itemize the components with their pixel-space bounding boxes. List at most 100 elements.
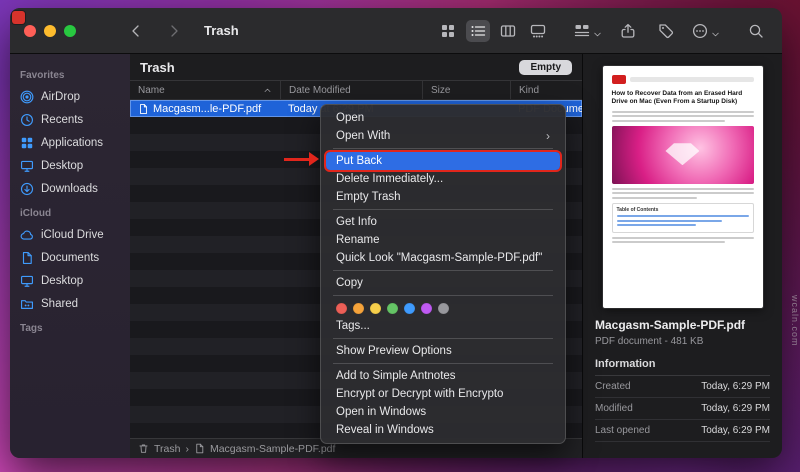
tag-color-dot[interactable] xyxy=(421,302,432,314)
tag-color-dot[interactable] xyxy=(353,302,364,314)
pdf-thumbnail[interactable]: How to Recover Data from an Erased Hard … xyxy=(602,66,763,308)
menu-separator xyxy=(333,148,553,149)
menu-item-copy[interactable]: Copy xyxy=(326,274,560,292)
titlebar: Trash xyxy=(10,8,782,54)
menu-item-open-in-windows[interactable]: Open in Windows xyxy=(326,403,560,421)
more-actions-button[interactable] xyxy=(692,23,720,39)
menu-item-put-back[interactable]: Put Back xyxy=(324,150,562,172)
breadcrumb-file[interactable]: Macgasm-Sample-PDF.pdf xyxy=(210,443,335,455)
menu-item-label: Open in Windows xyxy=(336,406,427,418)
sidebar-item-label: Desktop xyxy=(41,274,84,287)
tag-color-dot[interactable] xyxy=(404,302,415,314)
minimize-button[interactable] xyxy=(44,24,56,37)
tag-color-dot[interactable] xyxy=(370,302,381,314)
menu-item-add-to-simple-antnotes[interactable]: Add to Simple Antnotes xyxy=(326,367,560,385)
column-label: Name xyxy=(138,84,165,96)
red-corner-badge xyxy=(12,11,25,24)
thumb-headline: How to Recover Data from an Erased Hard … xyxy=(611,90,743,106)
sidebar-item-airdrop[interactable]: AirDrop xyxy=(10,85,130,108)
file-name-cell: Macgasm...le-PDF.pdf xyxy=(130,103,280,115)
sidebar-item-documents[interactable]: Documents xyxy=(10,246,130,269)
menu-item-reveal-in-windows[interactable]: Reveal in Windows xyxy=(326,421,560,439)
column-header-name[interactable]: Name xyxy=(130,81,280,99)
annotation-arrow xyxy=(284,158,310,161)
info-row-created: Created Today, 6:29 PM xyxy=(595,376,770,398)
menu-item-open[interactable]: Open xyxy=(326,109,560,127)
zoom-button[interactable] xyxy=(64,24,76,37)
sidebar-item-applications[interactable]: Applications xyxy=(10,131,130,154)
sidebar-item-label: Desktop xyxy=(41,159,84,172)
sidebar: Favorites AirDrop Recents Applications Deskt… xyxy=(10,54,130,458)
sidebar-item-downloads[interactable]: Downloads xyxy=(10,177,130,200)
menu-item-tags[interactable]: Tags... xyxy=(326,317,560,335)
sidebar-sections: Favorites AirDrop Recents Applications Deskt… xyxy=(10,62,130,338)
tag-color-dot[interactable] xyxy=(387,302,398,314)
icon-view-button[interactable] xyxy=(436,20,460,42)
desktop-icon xyxy=(20,274,34,288)
forward-icon[interactable] xyxy=(166,23,182,39)
preview-pane: How to Recover Data from an Erased Hard … xyxy=(582,54,782,458)
column-view-icon xyxy=(500,23,516,39)
grid-view-icon xyxy=(440,23,456,39)
menu-item-label: Put Back xyxy=(336,155,383,167)
downloads-icon xyxy=(20,182,34,196)
sidebar-item-label: Applications xyxy=(41,136,104,149)
menu-item-label: Copy xyxy=(336,277,363,289)
tags-button[interactable] xyxy=(654,20,678,42)
breadcrumb-trash[interactable]: Trash xyxy=(154,443,180,455)
column-header-kind[interactable]: Kind xyxy=(510,81,582,99)
sidebar-item-desktop[interactable]: Desktop xyxy=(10,269,130,292)
view-switcher xyxy=(436,19,550,42)
submenu-arrow-icon: › xyxy=(546,129,550,143)
context-menu: Open Open With › Put Back Delete Immediately… xyxy=(320,104,566,444)
tag-icon xyxy=(658,23,674,39)
column-header-size[interactable]: Size xyxy=(422,81,510,99)
menu-item-open-with[interactable]: Open With › xyxy=(326,127,560,145)
sidebar-item-label: iCloud Drive xyxy=(41,228,104,241)
folder-title: Trash xyxy=(140,59,175,75)
nav-buttons xyxy=(128,23,182,39)
menu-item-rename[interactable]: Rename xyxy=(326,231,560,249)
traffic-lights xyxy=(24,24,76,37)
menu-item-encrypt-or-decrypt-with-encrypto[interactable]: Encrypt or Decrypt with Encrypto xyxy=(326,385,560,403)
column-view-button[interactable] xyxy=(496,20,520,42)
menu-item-empty-trash[interactable]: Empty Trash xyxy=(326,188,560,206)
empty-trash-button[interactable]: Empty xyxy=(519,59,572,75)
list-view-button[interactable] xyxy=(466,19,490,42)
sidebar-item-desktop[interactable]: Desktop xyxy=(10,154,130,177)
chevron-down-icon xyxy=(593,26,602,37)
sidebar-item-recents[interactable]: Recents xyxy=(10,108,130,131)
cloud-icon xyxy=(20,228,34,242)
menu-separator xyxy=(333,338,553,339)
info-value: Today, 6:29 PM xyxy=(701,425,770,436)
close-button[interactable] xyxy=(24,24,36,37)
pdf-file-icon xyxy=(138,103,149,115)
info-row-last-opened: Last opened Today, 6:29 PM xyxy=(595,420,770,442)
annotation-arrow-head xyxy=(309,152,319,166)
column-header-date-modified[interactable]: Date Modified xyxy=(280,81,422,99)
menu-item-quick-look-macgasm-sample-pdf-pdf[interactable]: Quick Look "Macgasm-Sample-PDF.pdf" xyxy=(326,249,560,267)
menu-item-label: Empty Trash xyxy=(336,191,401,203)
group-button[interactable] xyxy=(574,23,602,39)
preview-file-name: Macgasm-Sample-PDF.pdf xyxy=(595,318,746,332)
sidebar-item-icloud-drive[interactable]: iCloud Drive xyxy=(10,223,130,246)
document-icon xyxy=(194,443,205,454)
thumb-navbar xyxy=(629,77,754,82)
tag-color-dot[interactable] xyxy=(438,302,449,314)
menu-item-show-preview-options[interactable]: Show Preview Options xyxy=(326,342,560,360)
menu-item-get-info[interactable]: Get Info xyxy=(326,213,560,231)
sidebar-item-label: Documents xyxy=(41,251,100,264)
sidebar-item-shared[interactable]: Shared xyxy=(10,292,130,315)
gallery-view-button[interactable] xyxy=(526,20,550,42)
menu-item-label: Delete Immediately... xyxy=(336,173,444,185)
thumb-toc-box: Table of Contents xyxy=(611,202,754,233)
search-icon xyxy=(748,23,764,39)
share-icon xyxy=(620,23,636,39)
search-button[interactable] xyxy=(744,20,768,42)
applications-icon xyxy=(20,136,34,150)
share-button[interactable] xyxy=(616,20,640,42)
menu-item-delete-immediately[interactable]: Delete Immediately... xyxy=(326,170,560,188)
tag-color-dot[interactable] xyxy=(336,302,347,314)
file-name: Macgasm...le-PDF.pdf xyxy=(153,102,262,115)
back-icon[interactable] xyxy=(128,23,144,39)
